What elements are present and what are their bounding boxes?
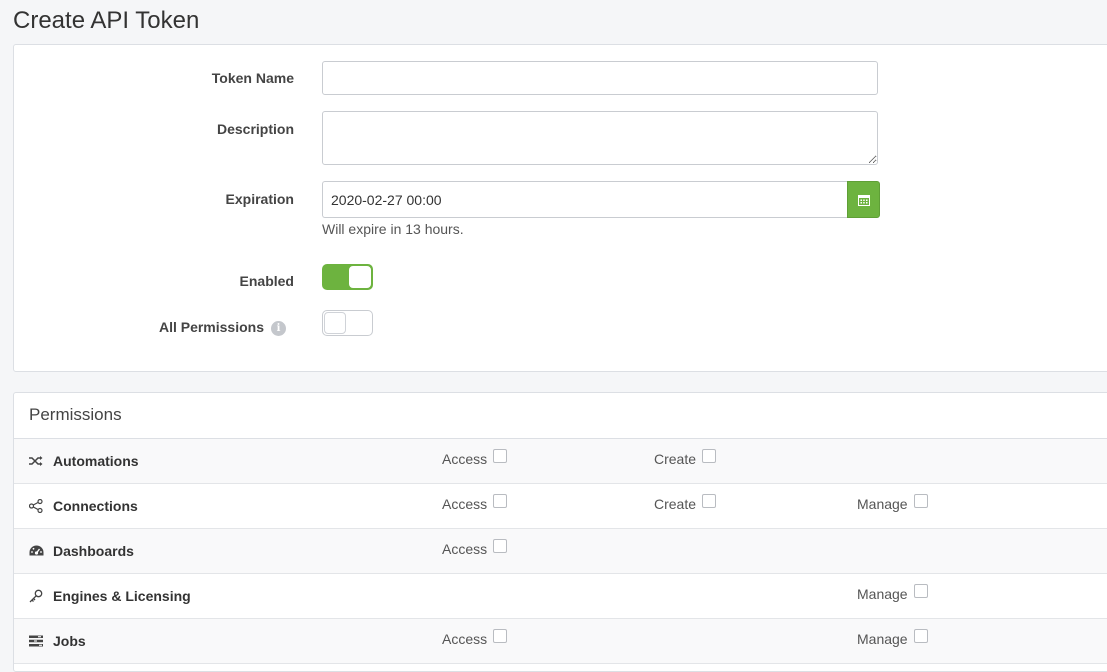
expiration-label: Expiration [225, 191, 294, 207]
tasks-icon [28, 633, 44, 649]
access-checkbox[interactable] [493, 629, 508, 643]
manage-checkbox[interactable] [913, 629, 928, 643]
permission-row-engines-licensing: Engines & Licensing Manage [14, 574, 1107, 619]
calendar-icon [857, 194, 870, 206]
permission-name: Automations [53, 453, 139, 469]
info-icon[interactable]: i [271, 321, 286, 336]
manage-cell: Manage [857, 584, 928, 602]
access-cell: Access [442, 539, 508, 557]
access-checkbox[interactable] [493, 539, 508, 553]
enabled-toggle[interactable] [322, 264, 373, 290]
enabled-label: Enabled [239, 273, 294, 289]
permission-name: Jobs [53, 633, 86, 649]
dashboard-icon [28, 543, 44, 559]
permissions-title: Permissions [14, 393, 1107, 439]
share-icon [28, 498, 44, 514]
expiration-hint: Will expire in 13 hours. [322, 221, 464, 237]
expiration-input[interactable] [322, 181, 847, 218]
create-cell: Create [654, 449, 717, 467]
permission-name: Engines & Licensing [53, 588, 191, 604]
access-cell: Access [442, 629, 508, 647]
permission-row-connections: Connections Access Create Manage [14, 484, 1107, 529]
permissions-list: Automations Access Create Connections Ac… [14, 439, 1107, 664]
access-cell: Access [442, 449, 508, 467]
permission-row-dashboards: Dashboards Access [14, 529, 1107, 574]
manage-checkbox[interactable] [913, 494, 928, 508]
all-permissions-label: All Permissions [158, 319, 264, 335]
toggle-knob [349, 266, 371, 288]
permissions-panel: Permissions Automations Access Create Co… [13, 392, 1107, 672]
token-name-input[interactable] [322, 61, 878, 95]
description-label: Description [216, 121, 294, 137]
permission-name: Dashboards [53, 543, 134, 559]
key-icon [28, 588, 44, 604]
token-name-label: Token Name [211, 70, 294, 86]
manage-cell: Manage [857, 629, 928, 647]
permission-row-automations: Automations Access Create [14, 439, 1107, 484]
create-cell: Create [654, 494, 717, 512]
manage-cell: Manage [857, 494, 928, 512]
access-checkbox[interactable] [493, 449, 508, 463]
create-checkbox[interactable] [702, 449, 717, 463]
manage-checkbox[interactable] [913, 584, 928, 598]
permission-row-jobs: Jobs Access Manage [14, 619, 1107, 664]
access-checkbox[interactable] [493, 494, 508, 508]
toggle-knob [324, 312, 346, 334]
token-form: Token Name Description Expiration Will e… [13, 44, 1107, 372]
description-textarea[interactable] [322, 111, 878, 165]
access-cell: Access [442, 494, 508, 512]
page-title: Create API Token [13, 7, 200, 34]
calendar-button[interactable] [847, 181, 880, 218]
create-checkbox[interactable] [702, 494, 717, 508]
all-permissions-toggle[interactable] [322, 310, 373, 336]
shuffle-icon [28, 453, 44, 469]
permission-name: Connections [53, 498, 138, 514]
